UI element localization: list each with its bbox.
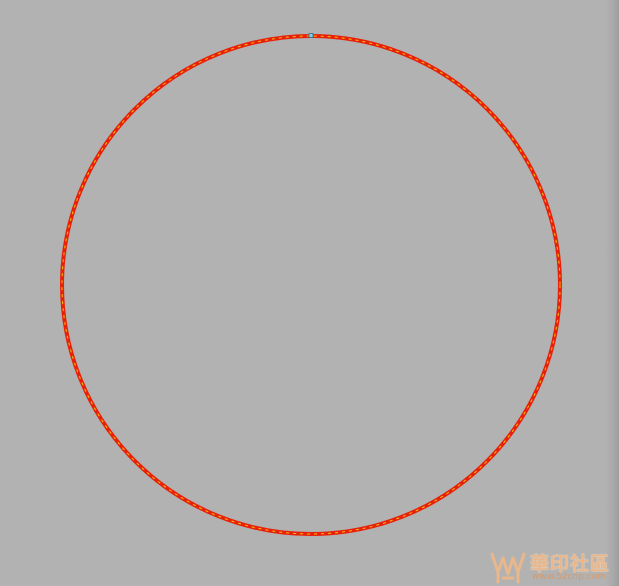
hua-yin-logo-icon bbox=[490, 552, 526, 584]
circle-shape[interactable] bbox=[60, 34, 562, 536]
watermark: 華印社區 www.52cnp.com bbox=[488, 548, 616, 584]
drawing-surface[interactable] bbox=[0, 0, 619, 586]
circle-selection-dashes bbox=[61, 35, 561, 535]
watermark-url: www.52cnp.com bbox=[532, 572, 607, 582]
drawing-canvas[interactable]: 華印社區 www.52cnp.com bbox=[0, 0, 619, 586]
node-handle-icon[interactable] bbox=[308, 33, 314, 38]
